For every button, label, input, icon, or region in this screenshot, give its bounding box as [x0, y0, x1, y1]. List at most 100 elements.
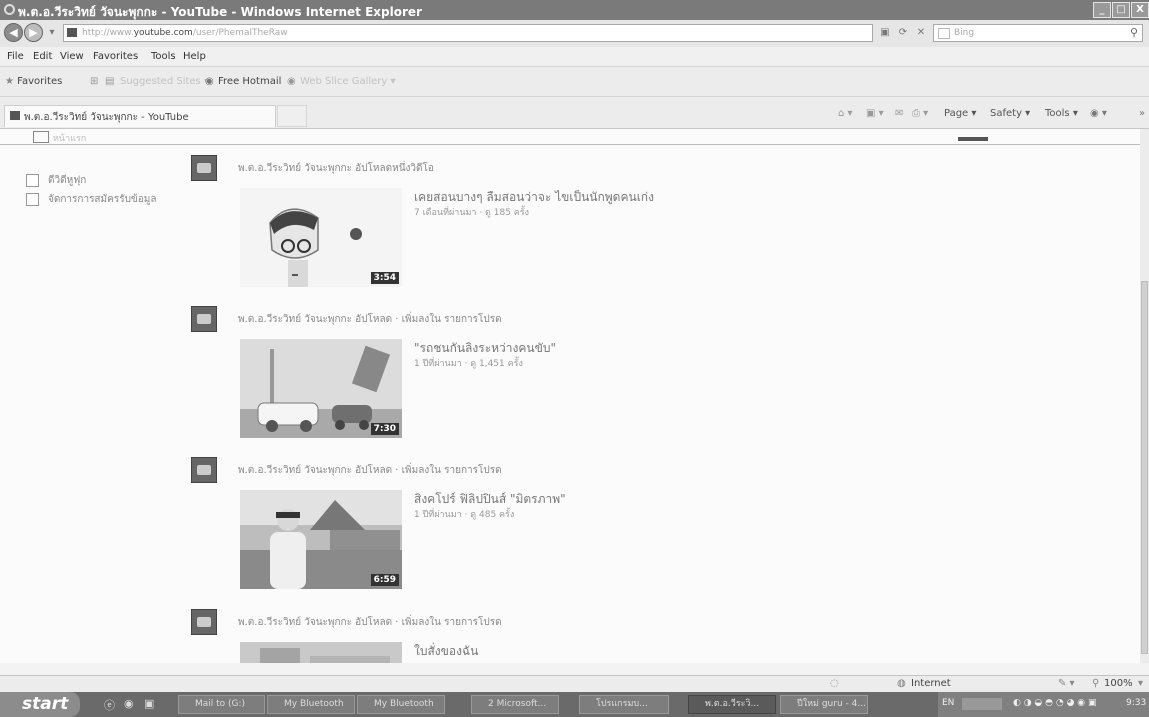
web-slice-icon: ◉	[287, 76, 296, 87]
video-duration: 3:54	[370, 272, 399, 284]
url-path: /user/PhemalTheRaw	[192, 28, 288, 38]
new-tab-button[interactable]	[277, 105, 307, 127]
taskbar-item[interactable]: ปีใหม่ guru - 4...	[780, 695, 868, 714]
channel-avatar[interactable]	[191, 306, 217, 332]
video-stats: 1 ปีที่ผ่านมา · ดู 485 ครั้ง	[414, 510, 515, 520]
page-content: หน้าแรก ดีวิดีหูฟุก จัดการการสมัครรับข้อ…	[0, 129, 1140, 663]
compatibility-view-icon[interactable]: ▣	[878, 26, 892, 40]
back-button[interactable]: ◀	[4, 23, 23, 42]
url-input[interactable]: http://www.youtube.com/user/PhemalTheRaw	[63, 24, 873, 42]
list-icon	[26, 173, 39, 187]
globe-icon: ◍	[897, 678, 906, 689]
security-zone: Internet	[911, 678, 951, 689]
home-icon[interactable]: ⌂ ▾	[838, 108, 853, 119]
firefox-quicklaunch-icon[interactable]: ◉	[124, 697, 134, 710]
menu-edit[interactable]: Edit	[33, 51, 52, 62]
start-button[interactable]: start	[0, 692, 80, 717]
sidebar-item-manage-subscriptions[interactable]: จัดการการสมัครรับข้อมูล	[26, 192, 156, 207]
forward-button[interactable]: ▶	[24, 23, 43, 42]
video-thumbnail[interactable]: 6:59	[240, 490, 402, 589]
free-hotmail-link[interactable]: Free Hotmail	[218, 76, 281, 87]
ie-logo-icon	[4, 4, 15, 15]
home-guide-icon[interactable]	[33, 131, 49, 143]
favorites-bar: ★ Favorites ⊞ ▤ Suggested Sites ▾ ◉ Free…	[0, 67, 1149, 97]
overflow-icon[interactable]: »	[1139, 108, 1145, 119]
address-bar-row: ◀ ▶ ▾ http://www.youtube.com/user/Phemal…	[0, 20, 1149, 47]
clock: 9:33	[1126, 698, 1147, 708]
language-indicator[interactable]: EN	[942, 698, 954, 708]
tray-icons[interactable]: ◐ ◑ ◒ ◓ ◔ ◕ ◉ ▣	[1013, 698, 1097, 708]
video-thumbnail[interactable]	[240, 642, 402, 663]
hotmail-icon: ◉	[205, 76, 214, 87]
web-slice-gallery-link[interactable]: Web Slice Gallery ▾	[300, 76, 396, 87]
system-tray: EN ◐ ◑ ◒ ◓ ◔ ◕ ◉ ▣ 9:33	[938, 692, 1149, 717]
menu-file[interactable]: File	[7, 51, 24, 62]
feeds-icon[interactable]: ▣ ▾	[866, 108, 884, 119]
tools-menu[interactable]: Tools ▾	[1045, 108, 1078, 119]
page-menu[interactable]: Page ▾	[944, 108, 976, 119]
zoom-dropdown-icon[interactable]: ▾	[1138, 678, 1143, 689]
scrollbar-thumb[interactable]	[1141, 281, 1148, 654]
maximize-button[interactable]: □	[1112, 2, 1130, 18]
video-stats: 7 เดือนที่ผ่านมา · ดู 185 ครั้ง	[414, 208, 530, 218]
stop-icon[interactable]: ✕	[914, 26, 928, 40]
vertical-scrollbar[interactable]	[1140, 129, 1149, 663]
video-thumbnail[interactable]: 3:54	[240, 188, 402, 287]
feed-item-meta: พ.ต.อ.วีระวิทย์ วัจนะพุกกะ อัปโหลด · เพิ…	[238, 465, 502, 476]
print-icon[interactable]: ⎙ ▾	[912, 108, 928, 119]
taskbar-item-active[interactable]: พ.ต.อ.วีระวิ...	[688, 695, 776, 714]
media-quicklaunch-icon[interactable]: ▣	[144, 697, 154, 710]
zoom-level[interactable]: 100%	[1104, 678, 1133, 689]
menu-bar: File Edit View Favorites Tools Help	[0, 47, 1149, 67]
taskbar-item[interactable]: My Bluetooth	[267, 695, 355, 714]
refresh-icon[interactable]: ⟳	[896, 26, 910, 40]
list-icon	[26, 192, 39, 206]
status-bar: ◌ ◍ Internet ✎ ▾ ⚲ 100% ▾	[0, 675, 1149, 692]
start-label: start	[22, 694, 69, 714]
minimize-button[interactable]: _	[1093, 2, 1111, 18]
history-dropdown-icon[interactable]: ▾	[45, 26, 59, 40]
ie-quicklaunch-icon[interactable]: ⓔ	[104, 697, 115, 713]
help-icon[interactable]: ◉ ▾	[1090, 108, 1107, 119]
taskbar-item[interactable]: โปรแกรมบ...	[579, 695, 669, 714]
channel-avatar[interactable]	[191, 609, 217, 635]
video-title[interactable]: ใบสั่งของฉัน	[414, 642, 478, 661]
scroll-shadow	[958, 137, 988, 141]
star-icon: ★	[5, 76, 14, 87]
tab-youtube[interactable]: พ.ต.อ.วีระวิทย์ วัจนะพุกกะ - YouTube	[4, 105, 276, 127]
video-thumbnail[interactable]: 7:30	[240, 339, 402, 438]
suggested-sites-link[interactable]: Suggested Sites ▾	[120, 76, 209, 87]
taskbar-item[interactable]: 2 Microsoft...	[471, 695, 559, 714]
url-prefix: http://www.	[82, 28, 134, 38]
menu-favorites[interactable]: Favorites	[93, 51, 138, 62]
sidebar-item-label: จัดการการสมัครรับข้อมูล	[48, 194, 157, 205]
add-favorites-icon[interactable]: ⊞	[90, 76, 98, 87]
tab-command-bar: พ.ต.อ.วีระวิทย์ วัจนะพุกกะ - YouTube ⌂ ▾…	[0, 97, 1149, 129]
read-mail-icon[interactable]: ✉	[895, 108, 903, 119]
channel-avatar[interactable]	[191, 155, 217, 181]
sidebar-item-watch-later[interactable]: ดีวิดีหูฟุก	[26, 173, 86, 188]
youtube-favicon-icon	[67, 28, 77, 37]
home-guide-label[interactable]: หน้าแรก	[53, 131, 86, 145]
favorites-button[interactable]: ★ Favorites	[5, 76, 62, 87]
search-icon[interactable]: ⚲	[1130, 26, 1138, 39]
protected-mode-icon[interactable]: ✎ ▾	[1058, 678, 1075, 689]
zoom-icon[interactable]: ⚲	[1092, 678, 1099, 689]
taskbar-item[interactable]: Mail to (G:)	[178, 695, 265, 714]
menu-view[interactable]: View	[60, 51, 84, 62]
tab-title: พ.ต.อ.วีระวิทย์ วัจนะพุกกะ - YouTube	[24, 112, 189, 123]
sidebar-item-label: ดีวิดีหูฟุก	[48, 175, 87, 186]
safety-menu[interactable]: Safety ▾	[990, 108, 1030, 119]
video-stats: 1 ปีที่ผ่านมา · ดู 1,451 ครั้ง	[414, 359, 523, 369]
window-title-bar: พ.ต.อ.วีระวิทย์ วัจนะพุกกะ - YouTube - W…	[0, 0, 1149, 20]
taskbar-item[interactable]: My Bluetooth	[357, 695, 445, 714]
menu-help[interactable]: Help	[183, 51, 206, 62]
feed-item-meta: พ.ต.อ.วีระวิทย์ วัจนะพุกกะ อัปโหลดหนึ่งว…	[238, 163, 434, 174]
search-input[interactable]: Bing ⚲	[933, 24, 1143, 42]
close-button[interactable]: X	[1131, 2, 1149, 18]
suggested-sites-icon: ▤	[105, 76, 115, 87]
menu-tools[interactable]: Tools	[151, 51, 176, 62]
channel-avatar[interactable]	[191, 457, 217, 483]
document-illustration	[240, 642, 402, 663]
progress-icon: ◌	[830, 678, 839, 689]
